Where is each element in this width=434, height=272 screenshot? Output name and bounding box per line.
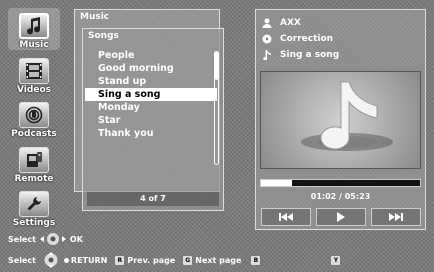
film-icon	[19, 58, 49, 84]
songs-panel-title: Songs	[88, 31, 119, 41]
footer-ok-hint: Select OK	[8, 232, 83, 246]
previous-button[interactable]	[261, 208, 311, 226]
sidebar-item-videos[interactable]: Videos	[8, 53, 60, 95]
remote-icon	[19, 147, 49, 173]
return-label: RETURN	[70, 255, 108, 265]
sidebar-item-music[interactable]: Music	[8, 8, 60, 50]
artist-name: AXX	[280, 18, 301, 28]
sidebar-item-label: Remote	[14, 174, 54, 184]
sidebar-item-label: Settings	[12, 218, 56, 228]
sidebar-item-label: Music	[19, 40, 49, 50]
dpad-icon	[39, 233, 66, 245]
album-name: Correction	[280, 34, 334, 44]
progress-bar[interactable]	[260, 179, 421, 187]
play-button[interactable]	[316, 208, 366, 226]
prev-page-label: Prev. page	[127, 255, 176, 265]
progress-fill	[261, 180, 292, 186]
sidebar-item-podcasts[interactable]: Podcasts	[8, 97, 60, 139]
red-key-icon: R	[115, 255, 125, 265]
sidebar-item-remote[interactable]: Remote	[8, 142, 60, 184]
wrench-icon	[19, 191, 49, 217]
now-playing-panel: AXX Correction Sing a song 01:02 / 05:23	[255, 9, 426, 230]
album-row: Correction	[262, 32, 333, 46]
time-display: 01:02 / 05:23	[310, 192, 371, 201]
song-item[interactable]: Stand up	[85, 75, 217, 88]
album-art	[260, 71, 421, 169]
music-panel-title: Music	[80, 12, 110, 22]
ok-label: OK	[69, 234, 83, 244]
previous-icon	[279, 213, 293, 221]
sidebar-item-label: Videos	[17, 85, 51, 95]
note-icon	[263, 50, 271, 60]
song-item[interactable]: Good morning	[85, 62, 217, 75]
dpad-icon	[44, 252, 58, 268]
footer-hints: Select RETURN R Prev. page G Next page B…	[8, 252, 343, 268]
select-label: Select	[8, 234, 36, 244]
song-item[interactable]: People	[85, 49, 217, 62]
songs-list: People Good morning Stand up Sing a song…	[85, 49, 217, 140]
disc-icon	[262, 34, 272, 44]
podcast-icon	[19, 102, 49, 128]
music-note-art-icon	[301, 81, 393, 151]
next-button[interactable]	[371, 208, 421, 226]
next-page-label: Next page	[195, 255, 242, 265]
next-icon	[389, 213, 403, 221]
songs-scrollbar[interactable]	[214, 51, 219, 165]
artist-row: AXX	[262, 16, 301, 30]
yellow-key-icon: Y	[331, 255, 341, 265]
green-key-icon: G	[183, 255, 193, 265]
page-indicator: 4 of 7	[87, 192, 219, 206]
songs-panel: Songs People Good morning Stand up Sing …	[82, 28, 224, 211]
song-row: Sing a song	[262, 48, 339, 62]
song-item-selected[interactable]: Sing a song	[85, 88, 217, 101]
song-item[interactable]: Star	[85, 114, 217, 127]
song-name: Sing a song	[280, 50, 340, 60]
person-icon	[262, 18, 272, 28]
blue-key-icon: B	[251, 255, 261, 265]
sidebar-item-label: Podcasts	[11, 129, 57, 139]
scrollbar-thumb[interactable]	[215, 52, 218, 80]
sidebar-item-settings[interactable]: Settings	[8, 186, 60, 228]
song-item[interactable]: Monday	[85, 101, 217, 114]
return-dot-icon	[63, 257, 69, 263]
select-label: Select	[8, 255, 36, 265]
music-note-icon	[19, 13, 49, 39]
song-item[interactable]: Thank you	[85, 127, 217, 140]
play-icon	[337, 212, 345, 222]
